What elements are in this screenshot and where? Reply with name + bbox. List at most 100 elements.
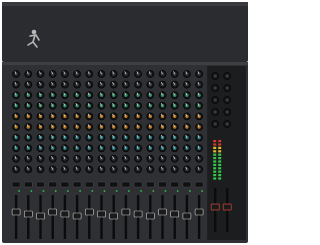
knob-cap [124,167,128,172]
mute-button[interactable] [48,181,57,188]
knob-cap [38,114,43,119]
channel-fader[interactable] [72,212,82,220]
meter-led [218,170,222,173]
mute-button[interactable] [170,181,179,188]
meter-led [213,157,217,160]
signal-led [115,190,118,192]
meter-led [218,163,222,166]
knob-cap [124,72,128,76]
meter-led [213,160,217,163]
knob-cap [148,82,152,87]
mute-button[interactable] [72,181,82,188]
mute-button[interactable] [36,181,45,188]
meter-led [218,143,222,146]
channel-fader[interactable] [23,210,33,218]
knob-cap [213,98,217,102]
mute-button[interactable] [85,181,94,188]
knob-cap [124,125,128,129]
knob-cap [225,74,229,78]
knob-cap [87,114,92,119]
fader-slot [197,195,201,239]
mute-button[interactable] [146,181,155,188]
channel-fader[interactable] [48,208,58,216]
channel-fader[interactable] [158,208,167,216]
knob-cap [63,82,67,87]
knob-cap [75,114,79,119]
knob-cap [51,114,55,119]
knob-cap [99,114,104,119]
mixer-console [2,2,248,243]
mute-button[interactable] [109,181,118,188]
channel-fader[interactable] [60,210,70,218]
signal-led [201,190,204,192]
mute-button[interactable] [133,181,143,188]
knob-cap [75,135,79,140]
knob-cap [124,114,128,119]
channel-fader[interactable] [109,212,118,220]
knob-cap [173,82,177,87]
signal-led [127,190,130,192]
channel-fader[interactable] [11,208,21,216]
channel-fader[interactable] [182,212,192,220]
knob-cap [225,98,229,102]
meter-led [218,167,222,170]
meter-led [218,153,222,156]
knob-cap [124,157,128,161]
knob-cap [148,114,152,119]
knob-cap [185,114,189,119]
knob-cap [26,82,30,87]
channel-fader[interactable] [97,210,106,218]
master-section [207,66,246,240]
meter-led [218,174,222,177]
knob-cap [124,146,128,150]
channel-fader[interactable] [121,208,131,216]
signal-led [18,190,20,192]
knob-cap [160,114,165,119]
fader-slot [124,195,128,239]
signal-led [189,190,191,192]
channel-fader[interactable] [36,212,45,220]
meter-led [213,140,217,143]
mute-button[interactable] [24,181,33,188]
knob-cap [75,104,79,108]
mute-button[interactable] [121,181,131,188]
top-edge [2,2,248,6]
main-fader[interactable] [210,203,220,211]
channel-fader[interactable] [194,208,204,216]
knob-cap [75,157,79,161]
knob-cap [213,110,217,114]
knob-cap [213,122,217,126]
channel-fader[interactable] [133,210,143,218]
meter-led [213,146,217,149]
signal-led [140,190,143,192]
meter-led [213,163,217,166]
signal-led [91,190,94,192]
channel-fader[interactable] [146,212,155,220]
knob-cap [213,74,217,78]
signal-led [79,190,81,192]
channel-fader[interactable] [170,210,179,218]
mute-button[interactable] [182,181,192,188]
knob-cap [51,82,55,87]
signal-led [164,190,167,192]
main-fader[interactable] [222,203,232,211]
meter-led [213,150,217,153]
knob-cap [75,167,79,172]
mute-button[interactable] [60,181,70,188]
knob-cap [14,82,18,87]
knob-cap [26,114,30,119]
signal-led [176,190,179,192]
signal-led [152,190,155,192]
mute-button[interactable] [97,181,106,188]
fader-slot [88,195,91,239]
meter-led [218,177,222,180]
knob-cap [75,82,79,87]
signal-led [103,190,106,192]
mute-button[interactable] [194,181,204,188]
mute-button[interactable] [158,181,167,188]
knob-cap [87,82,92,87]
channel-fader[interactable] [85,208,94,216]
mute-button[interactable] [11,181,21,188]
meter-led [213,177,217,180]
knob-cap [213,86,217,90]
